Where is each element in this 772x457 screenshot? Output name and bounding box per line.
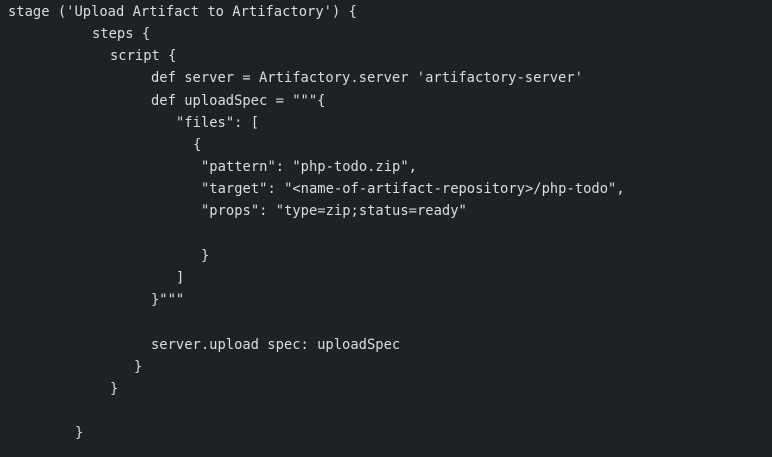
code-block: stage ('Upload Artifact to Artifactory')…	[0, 0, 772, 457]
code-line-10: "props": "type=zip;status=ready"	[201, 203, 467, 219]
code-line-9: "target": "<name-of-artifact-repository>…	[201, 181, 625, 197]
code-line-7: {	[193, 137, 202, 153]
code-line-6: "files": [	[176, 115, 260, 131]
code-line-1: stage ('Upload Artifact to Artifactory')…	[8, 4, 357, 20]
code-line-11: }	[201, 248, 210, 264]
code-line-14: server.upload spec: uploadSpec	[151, 337, 401, 353]
code-line-16: }	[110, 381, 119, 397]
code-line-8: "pattern": "php-todo.zip",	[201, 159, 417, 175]
code-line-12: ]	[176, 270, 185, 286]
code-line-13: }"""	[151, 292, 185, 308]
code-line-2: steps {	[92, 26, 151, 42]
code-line-3: script {	[110, 48, 177, 64]
code-line-4: def server = Artifactory.server 'artifac…	[151, 70, 583, 86]
code-line-17: }	[75, 425, 84, 441]
code-line-5: def uploadSpec = """{	[151, 93, 326, 109]
code-line-15: }	[134, 359, 143, 375]
